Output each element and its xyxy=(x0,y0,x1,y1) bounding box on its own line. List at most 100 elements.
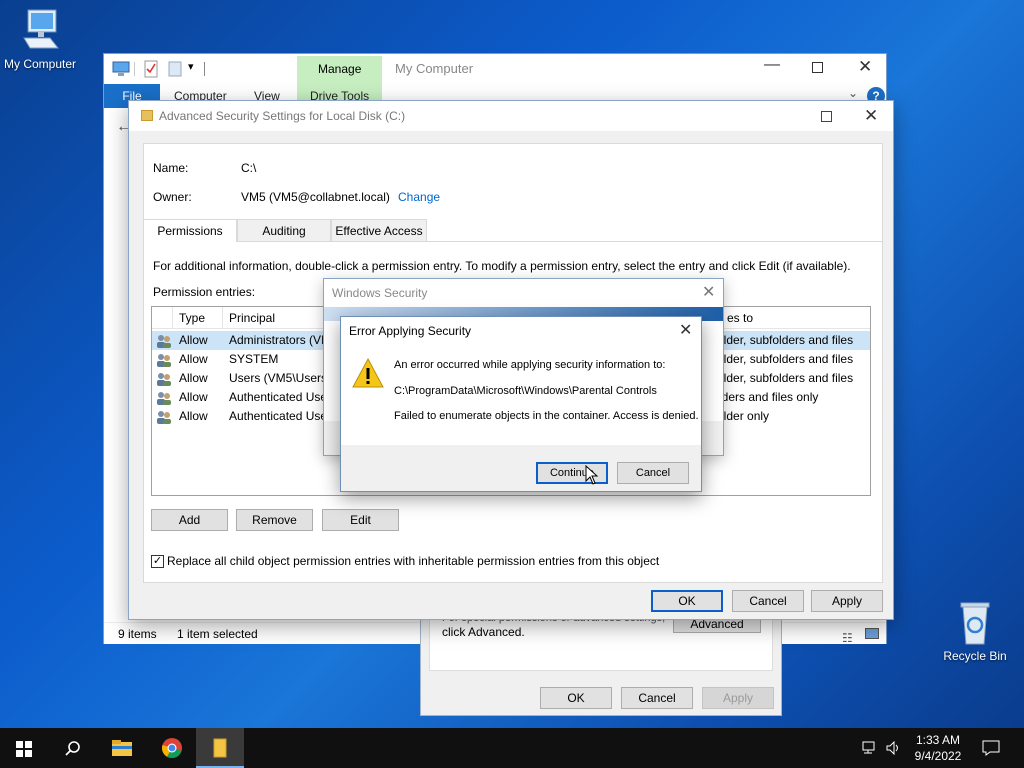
ribbon-collapse-icon[interactable]: ⌄ xyxy=(848,86,858,100)
quick-access-dropdown-icon[interactable]: ▾ xyxy=(188,60,194,73)
change-owner-link[interactable]: Change xyxy=(398,190,440,204)
props-cancel-button[interactable]: Cancel xyxy=(621,687,693,709)
add-button[interactable]: Add xyxy=(151,509,228,531)
owner-label: Owner: xyxy=(153,190,192,204)
row-principal: Authenticated Use xyxy=(229,409,328,423)
item-count: 9 items xyxy=(118,627,157,641)
search-icon xyxy=(65,741,80,756)
user-group-icon xyxy=(157,373,171,386)
props-text-line2: click Advanced. xyxy=(442,625,525,639)
column-principal[interactable]: Principal xyxy=(229,311,275,325)
properties-icon[interactable] xyxy=(144,60,158,78)
close-icon[interactable]: ✕ xyxy=(858,57,872,77)
props-apply-button: Apply xyxy=(702,687,774,709)
warning-icon xyxy=(352,357,384,388)
error-line1: An error occurred while applying securit… xyxy=(394,359,666,371)
my-computer-desktop-icon[interactable]: My Computer xyxy=(0,8,80,71)
error-line3: Failed to enumerate objects in the conta… xyxy=(394,410,699,422)
taskbar-file-explorer[interactable] xyxy=(98,728,146,768)
entries-label: Permission entries: xyxy=(153,285,256,299)
props-panel: For special permissions or advanced sett… xyxy=(429,613,773,671)
taskbar-active-window[interactable] xyxy=(196,728,244,768)
taskbar-chrome[interactable] xyxy=(148,728,196,768)
folder-icon xyxy=(213,738,227,758)
row-type: Allow xyxy=(179,371,208,385)
column-type[interactable]: Type xyxy=(179,311,205,325)
tab-permissions[interactable]: Permissions xyxy=(143,219,237,242)
close-icon[interactable]: ✕ xyxy=(679,317,692,345)
advanced-title: Advanced Security Settings for Local Dis… xyxy=(159,109,406,123)
notification-icon[interactable] xyxy=(982,740,1000,756)
taskbar: 1:33 AM 9/4/2022 xyxy=(0,728,1024,768)
remove-button[interactable]: Remove xyxy=(236,509,313,531)
edit-button[interactable]: Edit xyxy=(322,509,399,531)
column-applies-to[interactable]: es to xyxy=(727,311,753,325)
row-principal: SYSTEM xyxy=(229,352,279,366)
row-applies: older, subfolders and files xyxy=(717,352,854,366)
maximize-icon[interactable] xyxy=(821,111,832,122)
row-type: Allow xyxy=(179,390,208,404)
file-explorer-icon xyxy=(112,740,132,756)
maximize-icon[interactable] xyxy=(812,62,823,73)
chrome-icon xyxy=(162,738,182,759)
apply-button[interactable]: Apply xyxy=(811,590,883,612)
tab-auditing[interactable]: Auditing xyxy=(237,219,331,241)
row-type: Allow xyxy=(179,333,208,347)
my-computer-label: My Computer xyxy=(3,57,77,71)
clock-time: 1:33 AM xyxy=(915,733,961,747)
error-cancel-button[interactable]: Cancel xyxy=(617,462,689,484)
large-icons-view-icon[interactable] xyxy=(865,628,879,639)
folder-icon xyxy=(141,110,153,121)
row-applies: older only xyxy=(717,409,770,423)
close-icon[interactable]: ✕ xyxy=(864,101,878,131)
info-text: For additional information, double-click… xyxy=(153,259,851,273)
close-icon[interactable]: ✕ xyxy=(702,282,715,302)
ok-button[interactable]: OK xyxy=(651,590,723,612)
props-ok-button[interactable]: OK xyxy=(540,687,612,709)
user-group-icon xyxy=(157,335,171,348)
selected-count: 1 item selected xyxy=(177,627,258,641)
error-path: C:\ProgramData\Microsoft\Windows\Parenta… xyxy=(394,385,657,397)
recycle-bin-desktop-icon[interactable]: Recycle Bin xyxy=(938,600,1012,663)
row-principal: Administrators (VI xyxy=(229,333,325,347)
properties-dialog: For special permissions or advanced sett… xyxy=(420,612,782,716)
winsec-title: Windows Security xyxy=(332,286,428,300)
explorer-titlebar: ▾ Manage My Computer — ✕ xyxy=(104,54,886,84)
row-principal: Authenticated Use xyxy=(229,390,328,404)
name-label: Name: xyxy=(153,161,189,175)
details-view-icon[interactable]: ☷ xyxy=(842,627,853,649)
error-dialog: Error Applying Security ✕ An error occur… xyxy=(340,316,702,492)
recycle-bin-icon xyxy=(960,602,990,645)
volume-icon[interactable] xyxy=(886,741,902,755)
row-applies: lders and files only xyxy=(719,390,819,404)
recycle-bin-label: Recycle Bin xyxy=(943,649,1007,663)
user-group-icon xyxy=(157,392,171,405)
cancel-button[interactable]: Cancel xyxy=(732,590,804,612)
row-principal: Users (VM5\Users) xyxy=(229,371,332,385)
row-type: Allow xyxy=(179,409,208,423)
new-folder-icon[interactable] xyxy=(168,61,182,77)
tab-strip-line xyxy=(143,241,883,242)
clock[interactable]: 1:33 AM 9/4/2022 xyxy=(908,732,968,764)
tab-effective-access[interactable]: Effective Access xyxy=(331,219,427,241)
mouse-cursor-icon xyxy=(585,465,599,485)
window-title: My Computer xyxy=(395,61,474,76)
row-type: Allow xyxy=(179,352,208,366)
replace-checkbox[interactable]: ✓ xyxy=(151,555,164,568)
owner-value: VM5 (VM5@collabnet.local) xyxy=(241,190,390,204)
manage-tab[interactable]: Manage xyxy=(318,62,361,76)
row-applies: older, subfolders and files xyxy=(717,371,854,385)
divider xyxy=(134,62,135,76)
user-group-icon xyxy=(157,411,171,424)
search-button[interactable] xyxy=(48,728,96,768)
error-titlebar: Error Applying Security ✕ xyxy=(341,317,701,345)
network-icon[interactable] xyxy=(862,741,880,755)
minimize-icon[interactable]: — xyxy=(764,56,780,74)
windows-logo-icon xyxy=(16,741,32,757)
start-button[interactable] xyxy=(0,728,48,768)
computer-icon xyxy=(23,9,60,49)
user-group-icon xyxy=(157,354,171,367)
winsec-titlebar: Windows Security ✕ xyxy=(324,279,723,307)
error-title: Error Applying Security xyxy=(349,324,472,338)
divider xyxy=(204,62,205,76)
